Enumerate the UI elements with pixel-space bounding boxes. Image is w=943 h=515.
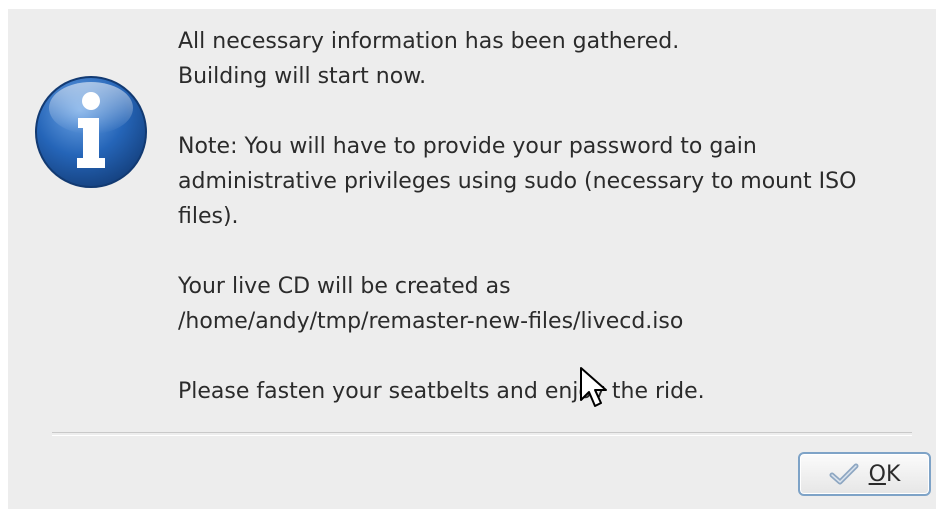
message-gathered: All necessary information has been gathe…	[178, 29, 680, 89]
ok-label-rest: K	[885, 461, 901, 487]
message-iso-path: Your live CD will be created as /home/an…	[178, 274, 684, 334]
ok-button[interactable]: OK	[798, 452, 931, 496]
ok-label: OK	[869, 462, 901, 487]
separator	[52, 432, 912, 436]
message-sudo-note: Note: You will have to provide your pass…	[178, 134, 857, 229]
message-enjoy: Please fasten your seatbelts and enjoy t…	[178, 379, 705, 404]
mouse-pointer-icon	[580, 367, 607, 407]
ok-mnemonic: O	[868, 461, 886, 487]
info-icon	[35, 76, 147, 188]
info-dialog: All necessary information has been gathe…	[8, 9, 936, 509]
checkmark-icon	[829, 463, 859, 485]
message-text: All necessary information has been gathe…	[178, 24, 918, 409]
